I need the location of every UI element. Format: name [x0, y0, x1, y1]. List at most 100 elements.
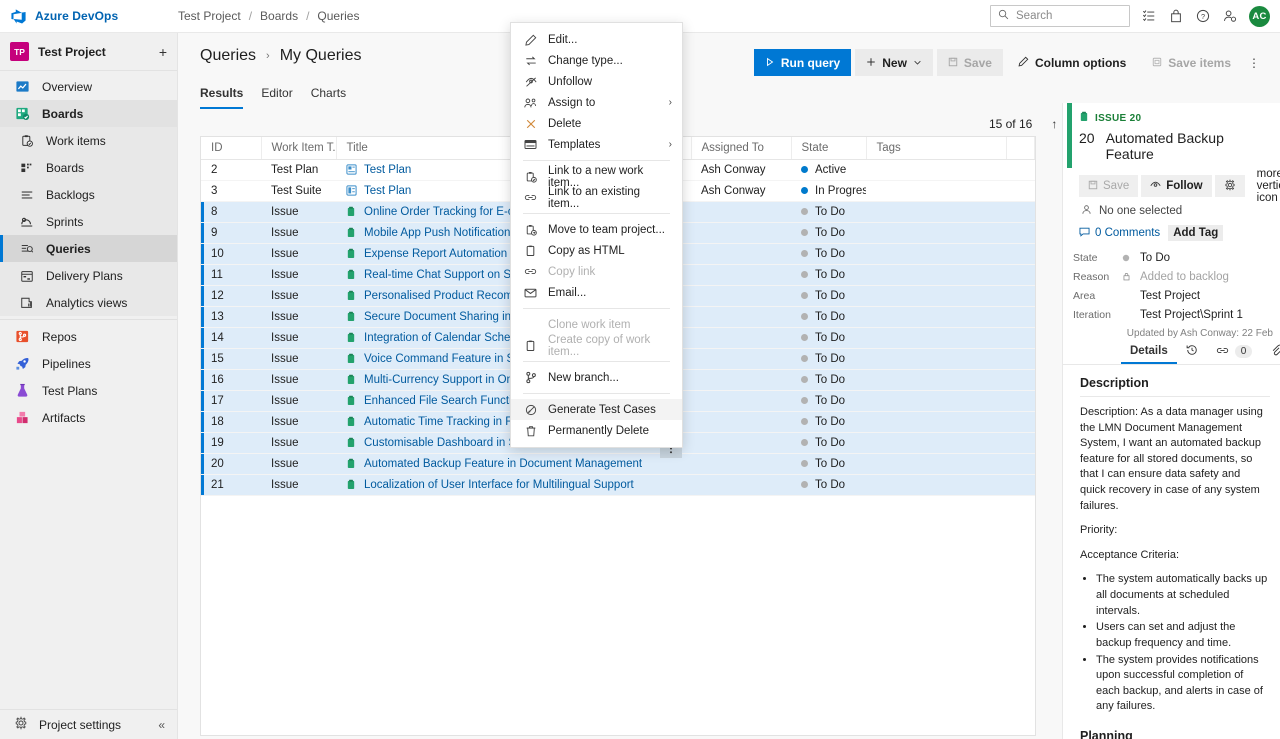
work-item-link[interactable]: Test Plan [364, 185, 411, 197]
sidebar-item-pipelines[interactable]: Pipelines [0, 350, 177, 377]
field-value: Test Project [1140, 290, 1200, 302]
tab-attachments[interactable]: 0 [1261, 339, 1280, 364]
menu-item-delete[interactable]: Delete [511, 113, 682, 134]
column-options-label: Column options [1035, 56, 1126, 70]
issue-icon [346, 395, 357, 407]
field-state[interactable]: State To Do [1063, 248, 1280, 267]
add-project-button[interactable]: + [159, 44, 167, 60]
column-header-tags[interactable]: Tags [866, 137, 1006, 159]
cell-assigned-to [691, 264, 791, 285]
field-value: To Do [1140, 252, 1170, 264]
menu-item-generate-test-cases[interactable]: Generate Test Cases [511, 399, 682, 420]
collapse-sidebar-icon[interactable]: « [158, 718, 165, 732]
cell-assigned-to [691, 348, 791, 369]
description-body[interactable]: Description: As a data manager using the… [1063, 397, 1280, 715]
sidebar-item-boards[interactable]: Boards [0, 154, 177, 181]
menu-item-link-to-an-existing-item[interactable]: Link to an existing item... [511, 187, 682, 208]
work-item-settings-button[interactable] [1215, 175, 1245, 197]
work-item-more-button[interactable]: more-vertical-icon [1248, 175, 1280, 197]
work-item-link[interactable]: Localization of User Interface for Multi… [364, 479, 634, 491]
sidebar-item-artifacts[interactable]: Artifacts [0, 404, 177, 431]
context-menu[interactable]: Edit...Change type...UnfollowAssign to›D… [510, 22, 683, 448]
sidebar-item-backlogs[interactable]: Backlogs [0, 181, 177, 208]
work-item-title[interactable]: Automated Backup Feature [1106, 130, 1274, 162]
cell-work-item-type: Issue [261, 243, 336, 264]
sidebar-item-work-items[interactable]: Work items [0, 127, 177, 154]
column-header-work-item-type[interactable]: Work Item T... [261, 137, 336, 159]
breadcrumb-item-boards[interactable]: Boards [260, 9, 298, 23]
planning-section: Planning Priority 2 Effort [1063, 719, 1280, 739]
avatar[interactable]: AC [1249, 6, 1270, 27]
menu-item-assign-to[interactable]: Assign to› [511, 92, 682, 113]
work-item-link[interactable]: Test Plan [364, 164, 411, 176]
sidebar-item-delivery-plans[interactable]: Delivery Plans [0, 262, 177, 289]
sidebar-item-queries[interactable]: Queries [0, 235, 177, 262]
menu-item-change-type[interactable]: Change type... [511, 50, 682, 71]
menu-item-email[interactable]: Email... [511, 282, 682, 303]
field-area[interactable]: Area Test Project [1063, 286, 1280, 305]
field-iteration[interactable]: Iteration Test Project\Sprint 1 [1063, 305, 1280, 324]
tab-editor[interactable]: Editor [261, 86, 292, 109]
work-item-type-row: ISSUE 20 [1079, 111, 1274, 125]
breadcrumb-item-queries[interactable]: Queries [317, 9, 359, 23]
table-row[interactable]: 20IssueAutomated Backup Feature in Docum… [201, 453, 1035, 474]
menu-item-copy-as-html[interactable]: Copy as HTML [511, 240, 682, 261]
work-item-assigned-to[interactable]: No one selected [1063, 204, 1280, 218]
menu-item-move-to-team-project[interactable]: Move to team project... [511, 219, 682, 240]
sidebar-item-analytics-views[interactable]: Analytics views [0, 289, 177, 316]
sidebar-item-sprints[interactable]: Sprints [0, 208, 177, 235]
work-item-link[interactable]: Automated Backup Feature in Document Man… [364, 458, 642, 470]
work-items-icon[interactable] [1141, 8, 1157, 24]
issue-icon [346, 479, 357, 491]
state-dot-icon [1122, 254, 1140, 262]
tab-results[interactable]: Results [200, 86, 243, 109]
follow-eye-icon [1150, 180, 1161, 193]
search-input[interactable]: Search [990, 5, 1130, 27]
tab-details[interactable]: Details [1121, 339, 1177, 364]
gear-icon [14, 716, 28, 733]
cell-work-item-type: Issue [261, 222, 336, 243]
add-tag-button[interactable]: Add Tag [1168, 225, 1223, 241]
menu-item-label: Permanently Delete [548, 425, 672, 437]
sidebar-item-test-plans[interactable]: Test Plans [0, 377, 177, 404]
cell-tags [866, 390, 1006, 411]
azure-devops-app: Azure DevOps Test Project / Boards / Que… [0, 0, 1280, 739]
tab-links[interactable]: 0 [1207, 339, 1262, 364]
column-header-id[interactable]: ID [201, 137, 261, 159]
table-row[interactable]: 21IssueLocalization of User Interface fo… [201, 474, 1035, 495]
help-icon[interactable]: ? [1195, 8, 1211, 24]
cell-assigned-to [691, 390, 791, 411]
query-breadcrumb-root[interactable]: Queries [200, 47, 256, 65]
work-item-follow-button[interactable]: Follow [1141, 175, 1211, 197]
user-settings-icon[interactable] [1222, 8, 1238, 24]
tab-charts[interactable]: Charts [311, 86, 346, 109]
org-block[interactable]: Azure DevOps [0, 8, 178, 25]
tab-history[interactable] [1177, 339, 1207, 364]
project-header[interactable]: TP Test Project + [0, 33, 177, 71]
sidebar-item-repos[interactable]: Repos [0, 323, 177, 350]
sidebar-item-label: Overview [42, 80, 92, 94]
sidebar-item-boards-hub[interactable]: Boards [0, 100, 177, 127]
project-settings-button[interactable]: Project settings « [0, 709, 177, 739]
attachments-icon [1270, 344, 1280, 359]
menu-item-templates[interactable]: Templates› [511, 134, 682, 155]
toolbar-more-button[interactable]: ⋮ [1246, 55, 1262, 71]
comments-link[interactable]: 0 Comments [1079, 227, 1160, 240]
menu-item-edit[interactable]: Edit... [511, 29, 682, 50]
menu-item-link-to-a-new-work-item[interactable]: Link to a new work item... [511, 166, 682, 187]
sidebar-item-overview[interactable]: Overview [0, 73, 177, 100]
sidebar-item-label: Boards [42, 107, 83, 121]
new-button[interactable]: New [855, 49, 933, 76]
run-query-button[interactable]: Run query [754, 49, 851, 76]
menu-item-unfollow[interactable]: Unfollow [511, 71, 682, 92]
templates-icon [524, 138, 537, 151]
menu-item-permanently-delete[interactable]: Permanently Delete [511, 420, 682, 441]
menu-item-new-branch[interactable]: New branch... [511, 367, 682, 388]
issue-icon [346, 353, 357, 365]
column-header-assigned-to[interactable]: Assigned To [691, 137, 791, 159]
column-header-state[interactable]: State [791, 137, 866, 159]
column-options-button[interactable]: Column options [1007, 49, 1137, 76]
marketplace-icon[interactable] [1168, 8, 1184, 24]
breadcrumb-item-project[interactable]: Test Project [178, 9, 241, 23]
cell-assigned-to [691, 411, 791, 432]
